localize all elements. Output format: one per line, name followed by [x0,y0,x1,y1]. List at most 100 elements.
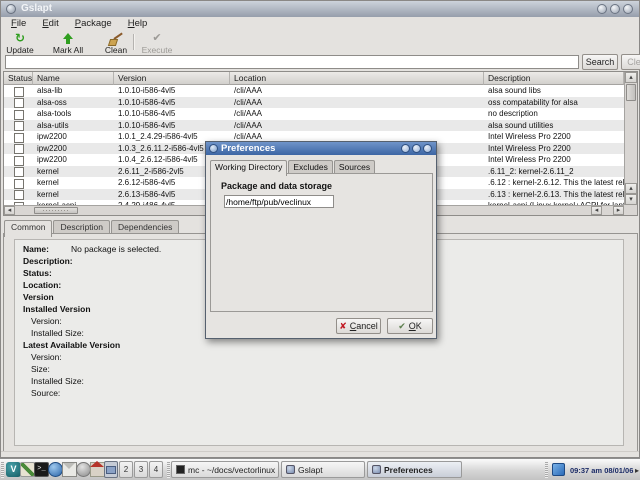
menu-help[interactable]: Help [120,17,156,29]
package-checkbox[interactable] [14,156,24,166]
detail-label: Installed Version [23,303,91,315]
package-checkbox[interactable] [14,121,24,131]
dialog-maximize-button[interactable] [412,144,421,153]
detail-field: Version: [23,351,623,363]
vertical-scrollbar[interactable] [624,72,637,205]
dialog-tab-excludes[interactable]: Excludes [288,160,333,174]
detail-label: Location: [23,279,71,291]
pencil-icon[interactable] [20,462,35,477]
cell-description: no description [484,108,624,120]
menu-file[interactable]: File [3,17,34,29]
dialog-minimize-button[interactable] [401,144,410,153]
toolbar: UpdateMark All UpgradesCleanExecute [1,31,639,53]
scroll-right-icon[interactable] [613,206,624,215]
scroll-down-icon[interactable] [625,194,637,205]
scroll-left-icon[interactable] [4,206,15,215]
home-icon[interactable] [90,462,105,477]
panel-expand-arrow-icon[interactable] [635,466,639,475]
scroll-left-icon[interactable] [591,206,602,215]
cell-description: oss compatability for alsa [484,97,624,109]
detail-label: Source: [31,387,60,399]
storage-label: Package and data storage [221,181,332,191]
package-checkbox[interactable] [14,144,24,154]
working-directory-input[interactable] [224,195,334,208]
terminal-icon[interactable] [34,462,49,477]
toolbar-clean-button[interactable]: Clean [101,32,131,55]
minimize-button[interactable] [597,4,607,14]
mail-icon[interactable] [62,462,77,477]
column-header-location[interactable]: Location [230,72,484,85]
menu-edit[interactable]: Edit [34,17,66,29]
cell-name: ipw2200 [33,131,114,143]
pager-desktop-2[interactable]: 2 [119,461,133,478]
clear-button[interactable]: Clear [621,54,640,70]
cell-description: alsa sound libs [484,85,624,97]
toolbar-update-button[interactable]: Update [3,32,37,55]
scroll-up-icon[interactable] [625,183,637,194]
scroll-up-icon[interactable] [625,72,637,83]
taskbar-task-gslapt[interactable]: Gslapt [281,461,365,478]
pager-desktop-4[interactable]: 4 [149,461,163,478]
toolbar-execute-button: Execute [139,32,175,55]
pager-desktop-1[interactable] [104,461,118,478]
window-titlebar[interactable]: Gslapt [1,1,639,18]
package-checkbox[interactable] [14,179,24,189]
table-row[interactable]: alsa-utils1.0.10-i586-4vl5/cli/AAAalsa s… [4,120,624,132]
close-button[interactable] [623,4,633,14]
panel-handle[interactable] [167,462,170,478]
package-checkbox[interactable] [14,133,24,143]
panel-handle[interactable] [1,462,4,478]
task-label: Gslapt [298,465,323,475]
detail-label: Status: [23,267,71,279]
desktop-pager: 234 [104,461,164,479]
cell-description: Intel Wireless Pro 2200 [484,143,624,155]
mini-window-icon [106,466,116,474]
ok-button[interactable]: OK [387,318,433,334]
cancel-button[interactable]: Cancel [336,318,381,334]
column-header-version[interactable]: Version [114,72,230,85]
detail-label: Description: [23,255,73,267]
tab-common[interactable]: Common [4,220,52,237]
ok-check-icon [398,321,409,332]
cell-name: kernel [33,189,114,201]
detail-label: Installed Size: [31,327,84,339]
system-tray-icon[interactable] [552,463,565,476]
table-row[interactable]: alsa-lib1.0.10-i586-4vl5/cli/AAAalsa sou… [4,85,624,97]
taskbar-task-preferences[interactable]: Preferences [367,461,462,478]
column-header-description[interactable]: Description [484,72,624,85]
horizontal-scrollbar-thumb[interactable] [34,207,78,214]
gslapt-icon [372,465,381,474]
column-header-status[interactable]: Status [4,72,33,85]
package-checkbox[interactable] [14,190,24,200]
dialog-tab-working-directory[interactable]: Working Directory [210,160,287,176]
dialog-titlebar[interactable]: Preferences [206,142,436,155]
table-row[interactable]: alsa-oss1.0.10-i586-4vl5/cli/AAAoss comp… [4,97,624,109]
cancel-x-icon [339,321,350,332]
mouse-icon[interactable] [76,462,91,477]
table-row[interactable]: alsa-tools1.0.10-i586-4vl5/cli/AAAno des… [4,108,624,120]
dialog-tab-sources[interactable]: Sources [334,160,375,174]
package-checkbox[interactable] [14,110,24,120]
globe-browser-icon[interactable] [48,462,63,477]
dialog-close-button[interactable] [423,144,432,153]
cell-location: /cli/AAA [230,108,484,120]
detail-field: Installed Size: [23,375,623,387]
pager-desktop-3[interactable]: 3 [134,461,148,478]
column-header-name[interactable]: Name [33,72,114,85]
taskbar-task-mc-docs-vectorlinux[interactable]: mc - ~/docs/vectorlinux [171,461,279,478]
vertical-scrollbar-thumb[interactable] [626,84,636,101]
taskbar-clock[interactable]: 09:37 am 08/01/06 [570,466,633,475]
package-checkbox[interactable] [14,87,24,97]
search-button[interactable]: Search [582,54,618,70]
toolbar-label: Update [3,45,37,55]
cell-version: 1.0.10-i586-4vl5 [114,108,230,120]
menu-package[interactable]: Package [67,17,120,29]
search-input[interactable] [5,55,579,69]
toolbar-separator [133,34,135,50]
vectorlinux-menu-icon[interactable]: V [6,462,21,477]
up-icon [60,32,76,45]
package-checkbox[interactable] [14,98,24,108]
package-checkbox[interactable] [14,167,24,177]
maximize-button[interactable] [610,4,620,14]
panel-handle[interactable] [545,462,548,478]
